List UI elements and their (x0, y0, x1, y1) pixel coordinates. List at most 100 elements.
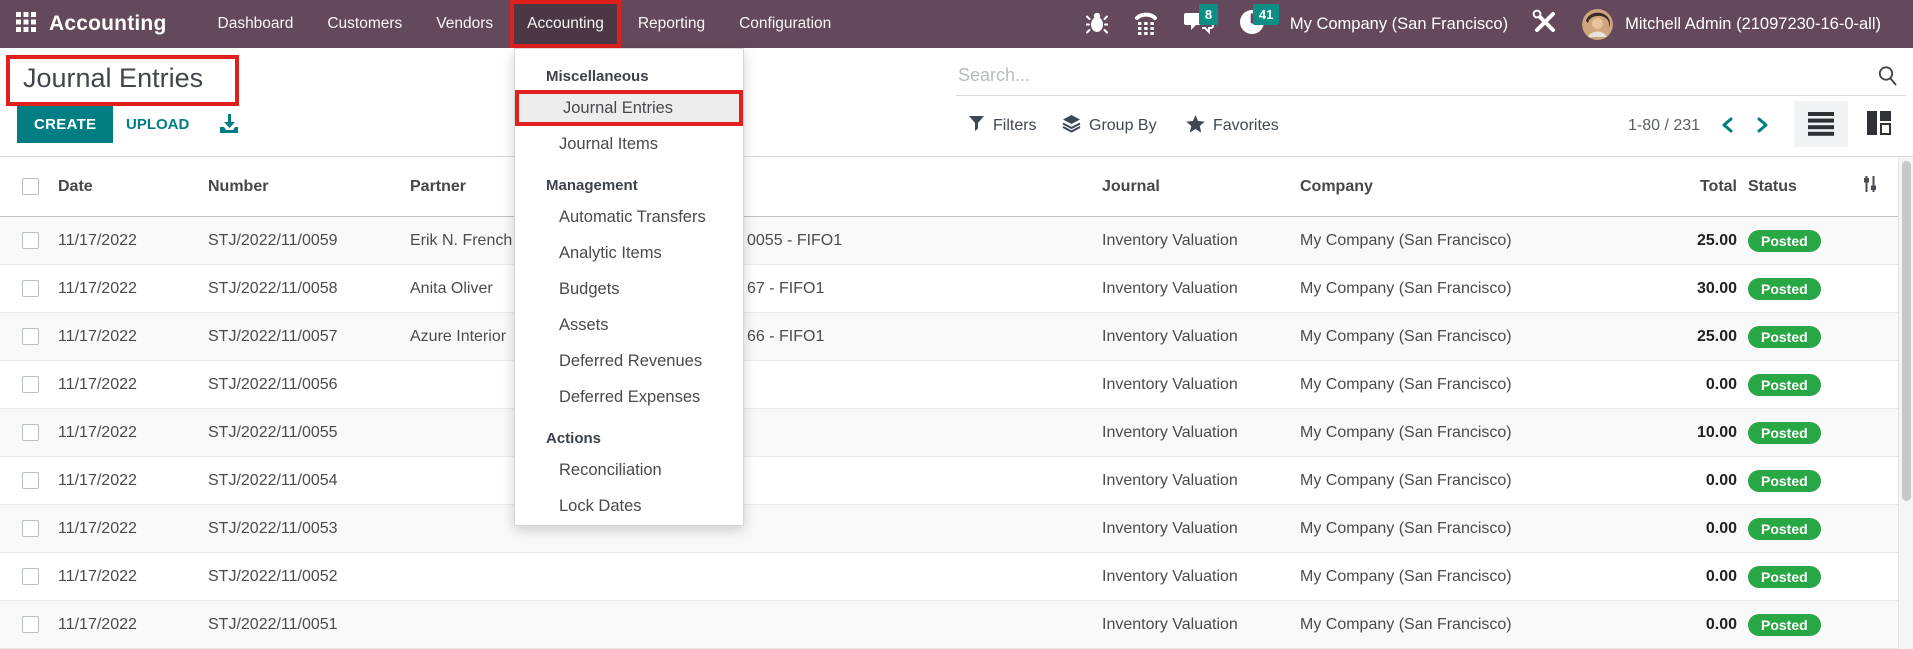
table-row[interactable]: 11/17/2022 STJ/2022/11/0056 Inventory Valu… (0, 361, 1913, 409)
activities-button[interactable]: 41 (1226, 0, 1280, 48)
cell-status: Posted (1748, 553, 1821, 600)
nav-item-reporting[interactable]: Reporting (621, 0, 722, 48)
table-row[interactable]: 11/17/2022 STJ/2022/11/0057 Azure Interior… (0, 313, 1913, 361)
dropdown-item-deferred-expenses[interactable]: Deferred Expenses (515, 379, 743, 415)
cell-total: 10.00 (1696, 423, 1737, 441)
row-checkbox[interactable] (22, 313, 39, 360)
checkbox-icon (22, 280, 39, 297)
column-header-total[interactable]: Total (1552, 157, 1737, 216)
layers-icon (1062, 114, 1081, 138)
filters-label: Filters (993, 117, 1037, 134)
cell-date: 11/17/2022 (58, 231, 137, 249)
apps-menu-button[interactable] (0, 0, 49, 48)
kanban-view-button[interactable] (1852, 101, 1906, 147)
nav-item-dashboard[interactable]: Dashboard (201, 0, 311, 48)
column-header-partner[interactable]: Partner (410, 157, 466, 216)
table-row[interactable]: 11/17/2022 STJ/2022/11/0053 Inventory Valu… (0, 505, 1913, 553)
row-checkbox[interactable] (22, 553, 39, 600)
company-switcher[interactable]: My Company (San Francisco) (1278, 15, 1520, 34)
cell-reference: 0055 - FIFO1 (747, 231, 843, 249)
table-row[interactable]: 11/17/2022 STJ/2022/11/0051 Inventory Valu… (0, 601, 1913, 649)
voip-button[interactable] (1120, 0, 1172, 48)
nav-item-configuration[interactable]: Configuration (722, 0, 848, 48)
upload-button[interactable]: UPLOAD (118, 106, 197, 143)
list-header-row: Date Number Partner Journal Company Tota… (0, 157, 1913, 217)
cell-company: My Company (San Francisco) (1300, 423, 1512, 441)
row-checkbox[interactable] (22, 361, 39, 408)
column-header-number[interactable]: Number (208, 157, 268, 216)
status-badge: Posted (1748, 277, 1821, 300)
table-row[interactable]: 11/17/2022 STJ/2022/11/0055 Inventory Valu… (0, 409, 1913, 457)
support-tools-button[interactable] (1520, 0, 1570, 48)
cell-date: 11/17/2022 (58, 423, 137, 441)
app-brand-title[interactable]: Accounting (49, 0, 201, 48)
checkbox-icon (22, 178, 39, 195)
select-all-checkbox[interactable] (22, 157, 39, 216)
table-row[interactable]: 11/17/2022 STJ/2022/11/0059 Erik N. French… (0, 217, 1913, 265)
status-badge: Posted (1748, 613, 1821, 636)
dropdown-item-journal-items[interactable]: Journal Items (515, 126, 743, 162)
cell-company: My Company (San Francisco) (1300, 327, 1512, 345)
nav-item-vendors[interactable]: Vendors (419, 0, 510, 48)
favorites-button[interactable]: Favorites (1186, 110, 1279, 142)
dropdown-item-lock-dates[interactable]: Lock Dates (515, 488, 743, 524)
pager-previous-button[interactable] (1714, 114, 1742, 139)
checkbox-icon (22, 616, 39, 633)
cell-number: STJ/2022/11/0054 (208, 471, 338, 489)
cell-partner: Erik N. French (410, 231, 513, 249)
row-checkbox[interactable] (22, 409, 39, 456)
cell-date: 11/17/2022 (58, 279, 137, 297)
vertical-scrollbar[interactable] (1898, 157, 1913, 649)
pager-next-button[interactable] (1748, 114, 1776, 139)
optional-columns-button[interactable] (1860, 157, 1880, 216)
row-checkbox[interactable] (22, 457, 39, 504)
cell-status: Posted (1748, 601, 1821, 648)
cell-company: My Company (San Francisco) (1300, 567, 1512, 585)
search-button[interactable] (1876, 64, 1900, 91)
column-header-status[interactable]: Status (1748, 157, 1797, 216)
navbar-left: Accounting Dashboard Customers Vendors Acco… (0, 0, 848, 48)
messages-count-badge: 8 (1198, 4, 1219, 25)
dropdown-item-automatic-transfers[interactable]: Automatic Transfers (515, 199, 743, 235)
dropdown-item-analytic-items[interactable]: Analytic Items (515, 235, 743, 271)
cell-number: STJ/2022/11/0051 (208, 615, 338, 633)
column-header-date[interactable]: Date (58, 157, 93, 216)
dropdown-item-assets[interactable]: Assets (515, 307, 743, 343)
group-by-button[interactable]: Group By (1062, 110, 1157, 142)
export-button[interactable] (218, 112, 240, 137)
column-header-company[interactable]: Company (1300, 157, 1373, 216)
search-input[interactable] (956, 56, 1906, 96)
row-checkbox[interactable] (22, 217, 39, 264)
table-row[interactable]: 11/17/2022 STJ/2022/11/0054 Inventory Valu… (0, 457, 1913, 505)
cell-journal: Inventory Valuation (1102, 519, 1238, 537)
cell-date: 11/17/2022 (58, 615, 137, 633)
scrollbar-thumb[interactable] (1902, 161, 1911, 501)
status-badge: Posted (1748, 469, 1821, 492)
row-checkbox[interactable] (22, 601, 39, 648)
cell-journal: Inventory Valuation (1102, 423, 1238, 441)
create-button[interactable]: CREATE (17, 106, 114, 143)
nav-item-customers[interactable]: Customers (310, 0, 419, 48)
search-icon (1876, 66, 1900, 91)
dropdown-item-budgets[interactable]: Budgets (515, 271, 743, 307)
user-menu[interactable]: Mitchell Admin (21097230-16-0-all) (1570, 0, 1905, 48)
table-row[interactable]: 11/17/2022 STJ/2022/11/0058 Anita Oliver 67… (0, 265, 1913, 313)
cell-journal: Inventory Valuation (1102, 231, 1238, 249)
filters-button[interactable]: Filters (968, 110, 1037, 142)
list-view-button[interactable] (1794, 101, 1848, 147)
checkbox-icon (22, 520, 39, 537)
table-row[interactable]: 11/17/2022 STJ/2022/11/0052 Inventory Valu… (0, 553, 1913, 601)
dropdown-item-journal-entries[interactable]: Journal Entries (515, 90, 743, 126)
nav-item-accounting[interactable]: Accounting (510, 0, 621, 48)
row-checkbox[interactable] (22, 505, 39, 552)
dropdown-item-deferred-revenues[interactable]: Deferred Revenues (515, 343, 743, 379)
dropdown-item-reconciliation[interactable]: Reconciliation (515, 452, 743, 488)
cell-total: 25.00 (1696, 327, 1737, 345)
row-checkbox[interactable] (22, 265, 39, 312)
cell-journal: Inventory Valuation (1102, 375, 1238, 393)
list-body: 11/17/2022 STJ/2022/11/0059 Erik N. French… (0, 217, 1913, 649)
cell-status: Posted (1748, 505, 1821, 552)
debug-mode-button[interactable] (1074, 0, 1120, 48)
column-header-journal[interactable]: Journal (1102, 157, 1160, 216)
messages-button[interactable]: 8 (1172, 0, 1226, 48)
